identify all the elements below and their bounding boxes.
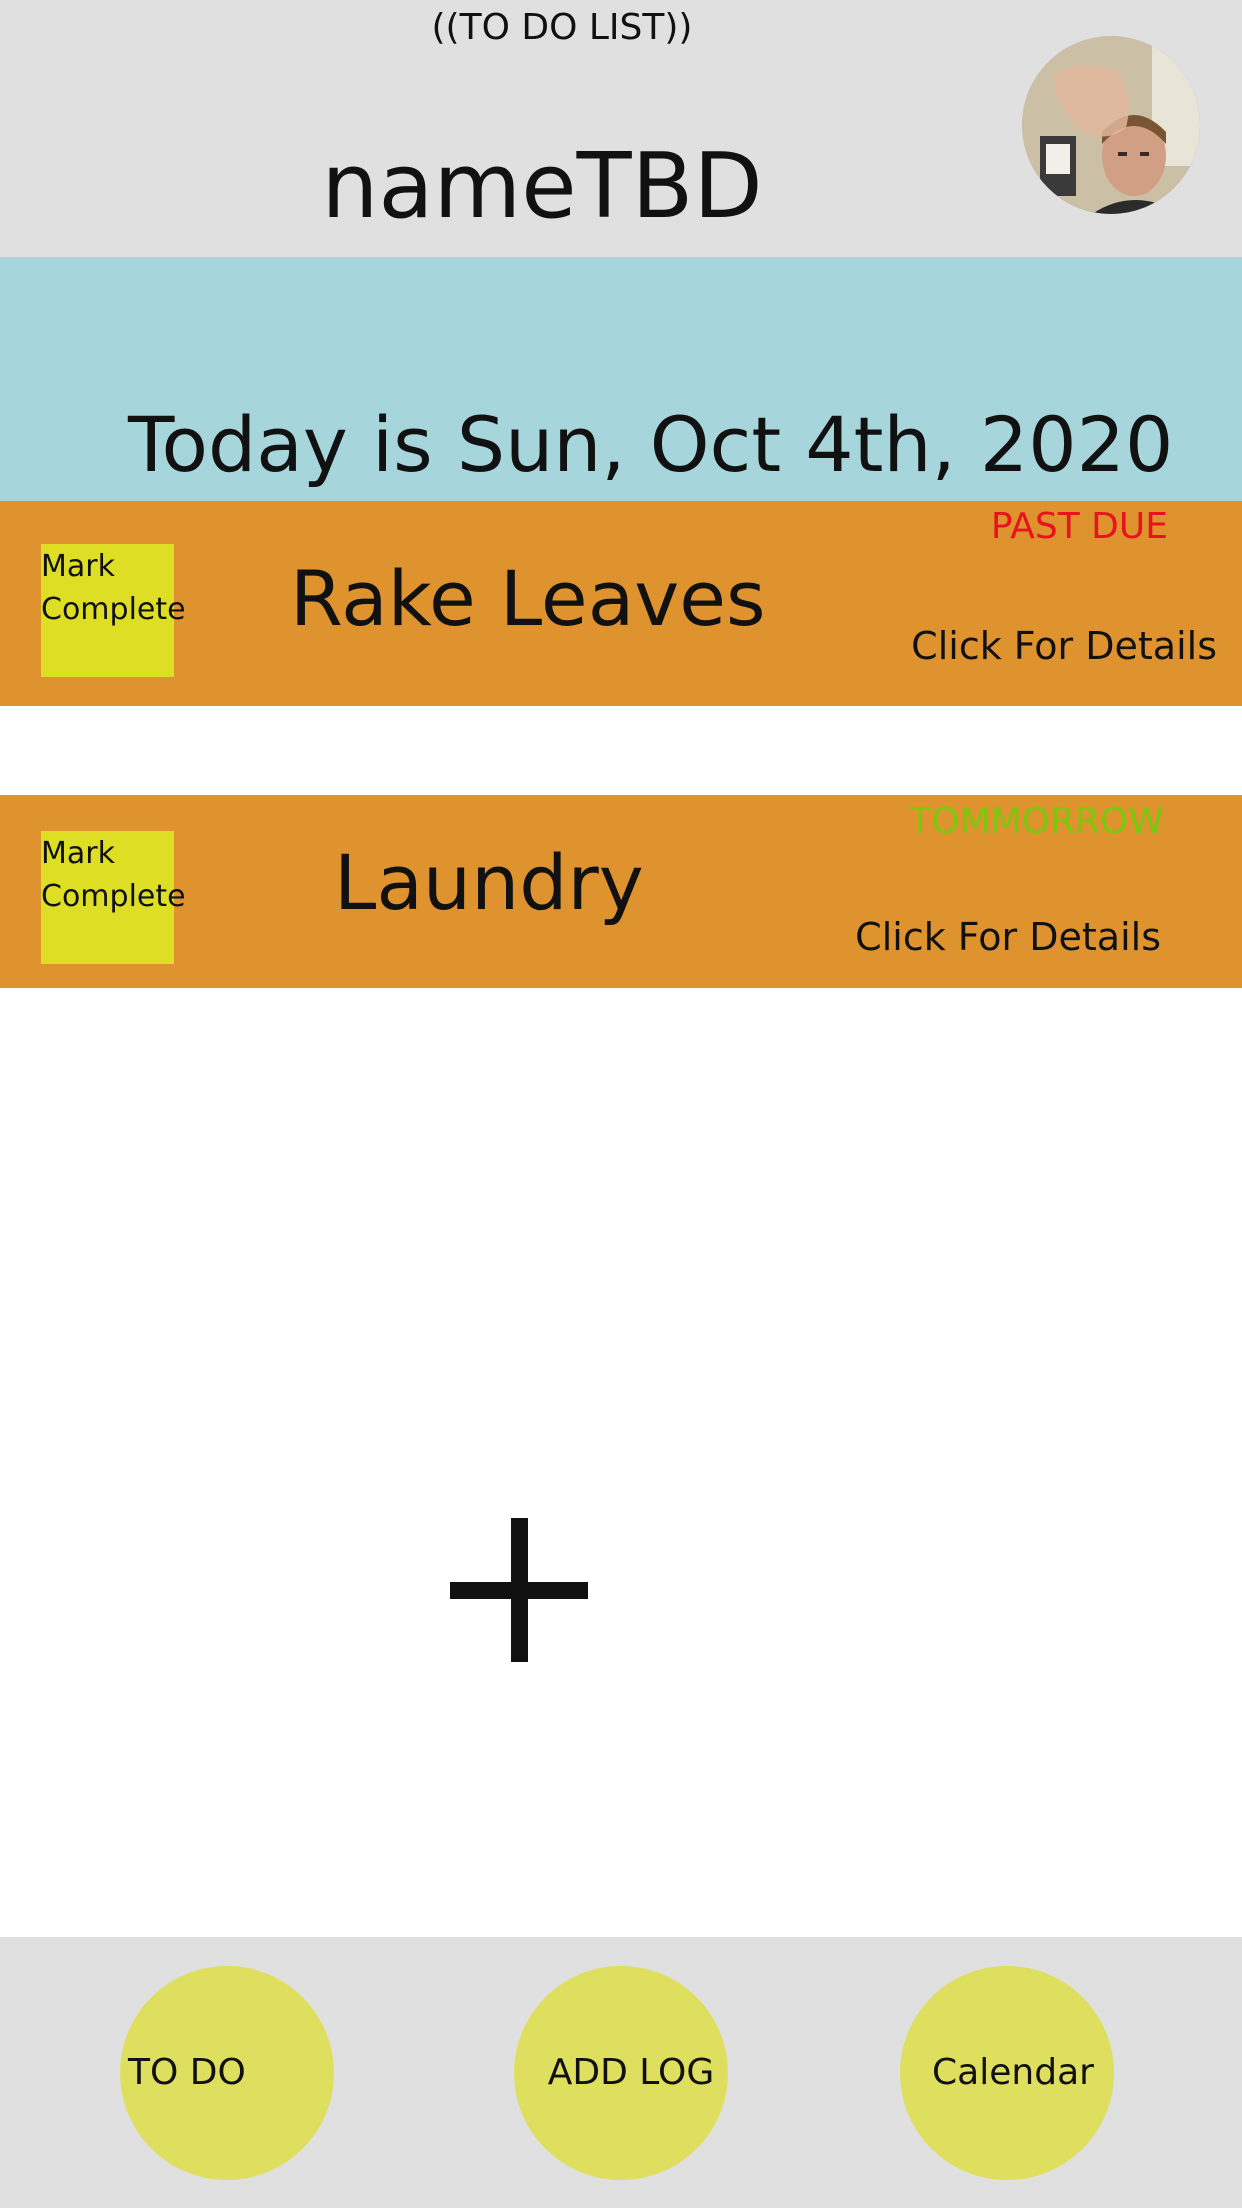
- bottom-nav: TO DO ADD LOG Calendar: [0, 1937, 1242, 2208]
- task-row: Mark Complete Rake Leaves PAST DUE Click…: [0, 501, 1242, 706]
- add-task-button[interactable]: [450, 1518, 588, 1662]
- today-date: Today is Sun, Oct 4th, 2020: [128, 400, 1174, 489]
- plus-icon-bar: [450, 1582, 588, 1599]
- date-banner: Today is Sun, Oct 4th, 2020: [0, 257, 1242, 501]
- mark-complete-button[interactable]: Mark Complete: [41, 544, 186, 677]
- app-name: nameTBD: [321, 134, 763, 239]
- status-badge: PAST DUE: [990, 506, 1168, 547]
- avatar[interactable]: [1022, 36, 1200, 214]
- task-row: Mark Complete Laundry TOMMORROW Click Fo…: [0, 795, 1242, 988]
- mark-complete-label-line1: Mark: [41, 836, 115, 871]
- mark-complete-label-line1: Mark: [41, 549, 115, 584]
- app-header: ((TO DO LIST)) nameTBD: [0, 0, 1242, 257]
- nav-calendar-button[interactable]: Calendar: [900, 1966, 1114, 2180]
- todo-screen: ((TO DO LIST)) nameTBD Today is Sun, Oct…: [0, 0, 1242, 2208]
- mark-complete-label-line2: Complete: [41, 592, 186, 627]
- task-name: Rake Leaves: [290, 554, 766, 643]
- mark-complete-button[interactable]: Mark Complete: [41, 831, 186, 964]
- nav-add-log-button[interactable]: ADD LOG: [514, 1966, 728, 2180]
- nav-todo-button[interactable]: TO DO: [120, 1966, 334, 2180]
- details-link[interactable]: Click For Details: [855, 914, 1161, 960]
- status-badge: TOMMORROW: [909, 801, 1164, 842]
- list-caption: ((TO DO LIST)): [431, 7, 693, 48]
- user-photo-icon: [1022, 36, 1200, 214]
- task-name: Laundry: [334, 838, 644, 927]
- details-link[interactable]: Click For Details: [911, 623, 1217, 669]
- mark-complete-label-line2: Complete: [41, 879, 186, 914]
